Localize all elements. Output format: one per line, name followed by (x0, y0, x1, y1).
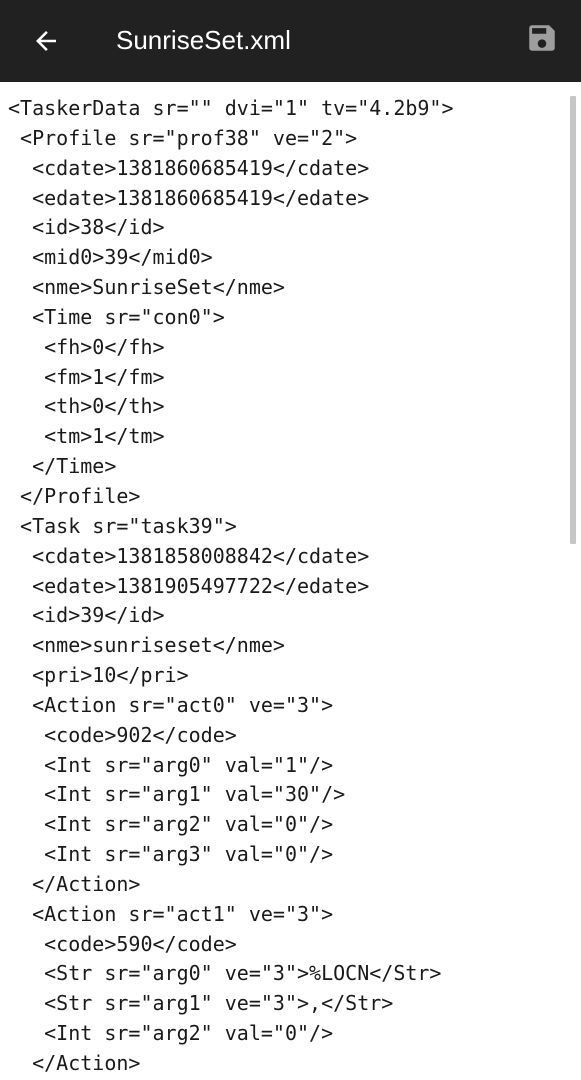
code-line: <mid0>39</mid0> (8, 245, 213, 270)
code-line: <Int sr="arg3" val="0"/> (8, 842, 334, 867)
code-line: <edate>1381860685419</edate> (8, 185, 370, 210)
code-line: <Int sr="arg2" val="0"/> (8, 812, 334, 837)
code-line: <cdate>1381858008842</cdate> (8, 543, 370, 568)
code-line: </Profile> (8, 483, 141, 508)
code-line: <id>39</id> (8, 603, 165, 628)
code-line: <Action sr="act0" ve="3"> (8, 692, 334, 717)
code-line: <TaskerData sr="" dvi="1" tv="4.2b9"> (8, 96, 454, 120)
app-bar: SunriseSet.xml (0, 0, 581, 82)
code-line: <id>38</id> (8, 215, 165, 240)
back-button[interactable] (22, 17, 70, 65)
code-line: <Time sr="con0"> (8, 304, 225, 329)
save-button[interactable] (518, 14, 566, 62)
arrow-back-icon (36, 31, 56, 51)
code-line: <pri>10</pri> (8, 663, 189, 688)
code-line: <nme>sunriseset</nme> (8, 633, 285, 658)
code-line: <Profile sr="prof38" ve="2"> (8, 125, 358, 150)
code-line: </Time> (8, 454, 117, 479)
code-line: <Task sr="task39"> (8, 513, 237, 538)
code-line: <th>0</th> (8, 394, 165, 419)
code-line: <Str sr="arg0" ve="3">%LOCN</Str> (8, 961, 442, 986)
save-icon (529, 25, 555, 51)
code-line: <tm>1</tm> (8, 424, 165, 449)
code-line: <Action sr="act1" ve="3"> (8, 901, 334, 926)
code-line: <nme>SunriseSet</nme> (8, 275, 285, 300)
code-line: <cdate>1381860685419</cdate> (8, 155, 370, 180)
code-line: <code>590</code> (8, 931, 237, 956)
code-line: <Int sr="arg0" val="1"/> (8, 752, 334, 777)
xml-editor[interactable]: <TaskerData sr="" dvi="1" tv="4.2b9"> <P… (0, 82, 581, 1080)
code-line: <edate>1381905497722</edate> (8, 573, 370, 598)
code-line: <Int sr="arg1" val="30"/> (8, 782, 346, 807)
code-line: <fm>1</fm> (8, 364, 165, 389)
code-line: <Str sr="arg1" ve="3">,</Str> (8, 991, 394, 1016)
code-line: <code>902</code> (8, 722, 237, 747)
code-line: </Action> (8, 1051, 141, 1075)
scrollbar-thumb[interactable] (570, 96, 576, 544)
code-line: <Int sr="arg2" val="0"/> (8, 1021, 334, 1046)
code-line: <fh>0</fh> (8, 334, 165, 359)
code-line: </Action> (8, 871, 141, 896)
page-title: SunriseSet.xml (116, 25, 291, 55)
code-text[interactable]: <TaskerData sr="" dvi="1" tv="4.2b9"> <P… (8, 94, 454, 1079)
